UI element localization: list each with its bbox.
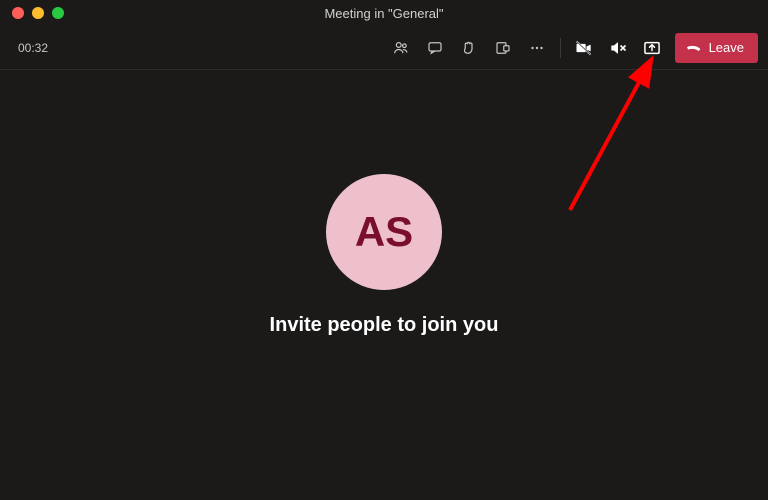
leave-label: Leave	[709, 40, 744, 55]
meeting-toolbar: 00:32	[0, 26, 768, 70]
participants-button[interactable]	[384, 31, 418, 65]
ellipsis-icon	[528, 39, 546, 57]
hand-icon	[460, 39, 478, 57]
minimize-window-button[interactable]	[32, 7, 44, 19]
close-window-button[interactable]	[12, 7, 24, 19]
invite-prompt: Invite people to join you	[270, 314, 499, 337]
raise-hand-button[interactable]	[452, 31, 486, 65]
share-screen-icon	[642, 38, 662, 58]
avatar-initials: AS	[355, 208, 413, 256]
toolbar-divider	[560, 38, 561, 58]
mic-toggle-button[interactable]	[601, 31, 635, 65]
camera-toggle-button[interactable]	[567, 31, 601, 65]
speaker-muted-icon	[608, 38, 628, 58]
people-icon	[392, 39, 410, 57]
more-actions-button[interactable]	[520, 31, 554, 65]
maximize-window-button[interactable]	[52, 7, 64, 19]
share-tray-button[interactable]	[635, 31, 669, 65]
camera-off-icon	[574, 38, 594, 58]
meeting-stage: AS Invite people to join you	[0, 70, 768, 500]
window-title: Meeting in "General"	[0, 6, 768, 21]
avatar: AS	[326, 174, 442, 290]
meeting-timer: 00:32	[18, 41, 48, 55]
chat-icon	[426, 39, 444, 57]
chat-button[interactable]	[418, 31, 452, 65]
leave-button[interactable]: Leave	[675, 33, 758, 63]
title-bar: Meeting in "General"	[0, 0, 768, 26]
breakout-rooms-button[interactable]	[486, 31, 520, 65]
window-controls	[0, 7, 64, 19]
rooms-icon	[494, 39, 512, 57]
hangup-icon	[685, 37, 703, 58]
